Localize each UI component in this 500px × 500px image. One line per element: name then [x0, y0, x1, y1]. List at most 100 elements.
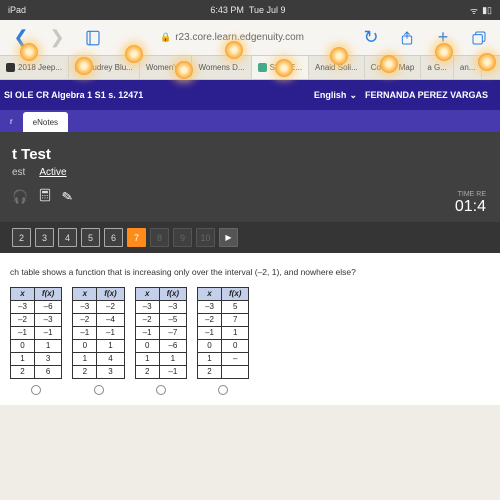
- table-row: 01: [73, 340, 124, 353]
- table-row: 2–1: [135, 366, 186, 379]
- answer-radio[interactable]: [94, 385, 104, 395]
- table-row: 26: [11, 366, 62, 379]
- timer-label: TIME RE: [455, 191, 486, 198]
- tab-7[interactable]: a G...: [421, 56, 454, 79]
- table-header: x: [198, 288, 222, 301]
- test-tabs: est Active: [12, 167, 500, 178]
- test-tools: 🎧 ✎: [12, 188, 500, 205]
- highlight-icon[interactable]: ✎: [61, 188, 75, 206]
- tab-2[interactable]: Women's...: [140, 56, 193, 79]
- qnav-7-current[interactable]: 7: [127, 228, 146, 247]
- qnav-6[interactable]: 6: [104, 228, 123, 247]
- reload-icon[interactable]: ↻: [360, 27, 382, 49]
- table-row: –2–4: [73, 314, 124, 327]
- course-title: SI OLE CR Algebra 1 S1 s. 12471: [4, 90, 143, 100]
- answer-option-1: xf(x)–3–2–2–4–1–1011423: [72, 287, 124, 395]
- table-header: f(x): [159, 288, 186, 301]
- qnav-3[interactable]: 3: [35, 228, 54, 247]
- answer-option-0: xf(x)–3–6–2–3–1–1011326: [10, 287, 62, 395]
- timer-value: 01:4: [455, 198, 486, 216]
- test-tab-a[interactable]: est: [12, 167, 25, 178]
- question-text: ch table shows a function that is increa…: [10, 267, 496, 277]
- qnav-5[interactable]: 5: [81, 228, 100, 247]
- qnav-9[interactable]: 9: [173, 228, 192, 247]
- subtab-r[interactable]: r: [0, 110, 23, 132]
- audio-icon[interactable]: 🎧: [12, 189, 28, 205]
- table-row: 2: [198, 366, 249, 379]
- test-panel: t Test est Active 🎧 ✎ TIME RE 01:4: [0, 132, 500, 222]
- table-row: 14: [73, 353, 124, 366]
- chevron-down-icon: ⌄: [349, 90, 357, 101]
- question-area: ch table shows a function that is increa…: [0, 253, 500, 405]
- qnav-4[interactable]: 4: [58, 228, 77, 247]
- answer-radio[interactable]: [218, 385, 228, 395]
- answer-option-2: xf(x)–3–3–2–5–1–70–6112–1: [135, 287, 187, 395]
- tab-5[interactable]: Anaid Soli...: [309, 56, 365, 79]
- new-tab-icon[interactable]: +: [432, 27, 454, 49]
- table-header: f(x): [97, 288, 124, 301]
- favicon-icon: [6, 63, 15, 72]
- test-tab-active[interactable]: Active: [39, 167, 66, 178]
- qnav-10[interactable]: 10: [196, 228, 215, 247]
- table-row: –1–1: [11, 327, 62, 340]
- table-header: x: [11, 288, 35, 301]
- page-title: t Test: [12, 146, 500, 163]
- function-table: xf(x)–3–3–2–5–1–70–6112–1: [135, 287, 187, 379]
- question-nav: 2 3 4 5 6 7 8 9 10 ▶: [0, 222, 500, 253]
- student-name: FERNANDA PEREZ VARGAS: [365, 90, 488, 100]
- function-table: xf(x)–3–2–2–4–1–1011423: [72, 287, 124, 379]
- forward-button[interactable]: ❯: [46, 27, 68, 49]
- favicon-icon: [258, 63, 267, 72]
- qnav-2[interactable]: 2: [12, 228, 31, 247]
- table-row: 0–6: [135, 340, 186, 353]
- battery-icon: ▮▯: [482, 5, 492, 16]
- table-row: –35: [198, 301, 249, 314]
- tab-0[interactable]: 2018 Jeep...: [0, 56, 69, 79]
- tab-3[interactable]: Womens D...: [192, 56, 251, 79]
- tab-4-active[interactable]: SI OLE...: [252, 56, 309, 79]
- table-row: 00: [198, 340, 249, 353]
- answer-tables: xf(x)–3–6–2–3–1–1011326xf(x)–3–2–2–4–1–1…: [10, 287, 496, 395]
- table-row: 23: [73, 366, 124, 379]
- tab-1[interactable]: Audrey Blu...: [69, 56, 140, 79]
- table-header: f(x): [34, 288, 61, 301]
- bookmarks-icon[interactable]: [82, 27, 104, 49]
- calculator-icon[interactable]: [38, 188, 52, 205]
- address-bar[interactable]: 🔒 r23.core.learn.edgenuity.com: [118, 32, 346, 43]
- table-row: –27: [198, 314, 249, 327]
- status-time: 6:43 PM Tue Jul 9: [210, 5, 285, 15]
- table-row: –3–2: [73, 301, 124, 314]
- subtab-enotes[interactable]: eNotes: [23, 112, 68, 132]
- qnav-8[interactable]: 8: [150, 228, 169, 247]
- table-row: –11: [198, 327, 249, 340]
- table-row: 01: [11, 340, 62, 353]
- timer: TIME RE 01:4: [455, 191, 486, 216]
- course-header: SI OLE CR Algebra 1 S1 s. 12471 English …: [0, 80, 500, 110]
- table-header: x: [73, 288, 97, 301]
- table-row: –1–7: [135, 327, 186, 340]
- table-row: –2–3: [11, 314, 62, 327]
- browser-tabstrip: 2018 Jeep... Audrey Blu... Women's... Wo…: [0, 56, 500, 80]
- table-row: 1–: [198, 353, 249, 366]
- table-row: –3–6: [11, 301, 62, 314]
- table-header: x: [135, 288, 159, 301]
- table-row: 11: [135, 353, 186, 366]
- function-table: xf(x)–35–27–11001–2: [197, 287, 249, 379]
- back-button[interactable]: ❮: [10, 27, 32, 49]
- tab-8[interactable]: an...: [454, 56, 483, 79]
- url-text: r23.core.learn.edgenuity.com: [175, 32, 304, 43]
- function-table: xf(x)–3–6–2–3–1–1011326: [10, 287, 62, 379]
- ios-statusbar: iPad 6:43 PM Tue Jul 9 ᯤ ▮▯: [0, 0, 500, 20]
- answer-radio[interactable]: [31, 385, 41, 395]
- qnav-next[interactable]: ▶: [219, 228, 238, 247]
- tab-6[interactable]: Course Map: [365, 56, 422, 79]
- answer-radio[interactable]: [156, 385, 166, 395]
- wifi-icon: ᯤ: [470, 4, 478, 17]
- table-row: 13: [11, 353, 62, 366]
- tabs-icon[interactable]: [468, 27, 490, 49]
- lock-icon: 🔒: [160, 32, 171, 43]
- language-selector[interactable]: English ⌄: [314, 90, 357, 101]
- share-icon[interactable]: [396, 27, 418, 49]
- carrier-text: iPad: [8, 5, 26, 15]
- favicon-icon: [75, 63, 84, 72]
